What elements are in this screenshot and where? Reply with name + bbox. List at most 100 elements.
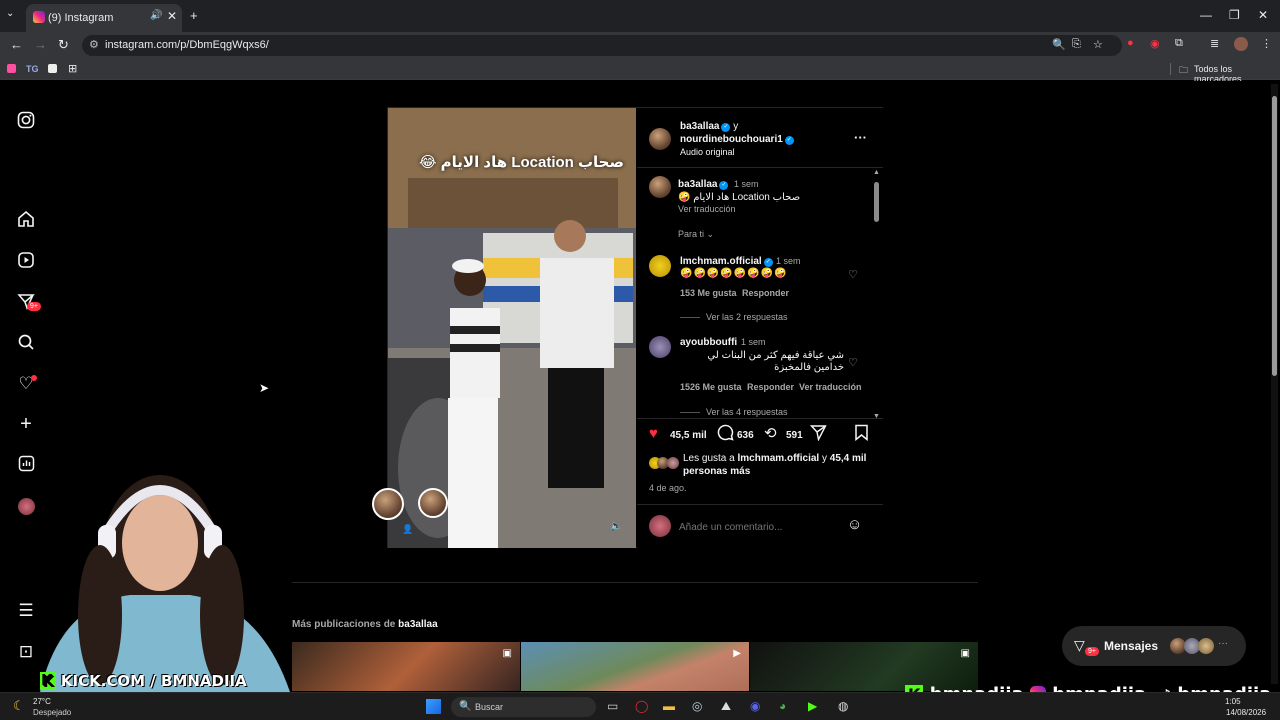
video-caption-overlay: صحاب Location هاد الايام 😂 [418,154,624,171]
caption-text: صحاب Location هاد الايام 🤪 [678,192,801,203]
more-post-thumb-1[interactable]: ▣ [292,642,520,691]
collab-avatar-2[interactable] [418,488,448,518]
comment1-likes[interactable]: 153 Me gusta [680,288,737,298]
scrollbar-thumb[interactable] [874,182,879,222]
weather-temp[interactable]: 27°C [33,697,51,706]
back-icon[interactable]: ← [10,37,23,52]
new-tab-icon[interactable]: + [190,8,198,23]
task-view-icon[interactable]: ▭ [607,699,618,713]
more-dots-icon[interactable]: ··· [1218,638,1228,649]
file-explorer-icon[interactable]: ▬ [663,699,675,713]
profile-avatar[interactable] [1234,37,1248,51]
weather-moon-icon[interactable]: ☾ [13,698,25,714]
search-icon[interactable] [16,333,36,353]
address-bar[interactable]: ⚙ instagram.com/p/DbmEqgWqxs6/ 🔍 ⎘ ☆ [82,35,1122,56]
maximize-icon[interactable]: ❐ [1229,8,1240,22]
extensions-puzzle-icon[interactable]: ⧉ [1175,37,1183,50]
clock-time[interactable]: 1:05 [1225,697,1241,706]
header-user2[interactable]: nourdinebouchouari1 ✓ [680,134,794,145]
tab-search-icon[interactable]: ⌄ [6,8,14,19]
comment2-avatar[interactable] [649,336,671,358]
tagged-user-icon[interactable]: 👤 [402,524,413,535]
comment2-view-replies[interactable]: Ver las 4 respuestas [706,407,788,417]
clock-date[interactable]: 14/08/2026 [1226,708,1266,717]
reload-icon[interactable]: ↻ [58,37,69,53]
site-info-icon[interactable]: ⚙ [89,38,99,51]
obs-icon[interactable]: ◍ [838,699,848,713]
comments-scrollbar[interactable]: ▲ ▼ [873,169,881,420]
comment1-reply[interactable]: Responder [742,288,789,298]
comment2-like-icon[interactable]: ♡ [848,356,858,369]
share-icon[interactable] [809,424,827,445]
page-scrollbar-thumb[interactable] [1272,96,1277,376]
weather-desc[interactable]: Despejado [33,708,71,717]
adblock-extension-icon[interactable]: ◉ [1150,37,1160,50]
more-post-thumb-2[interactable]: ▶ [521,642,749,691]
comment1-avatar[interactable] [649,255,671,277]
instagram-logo-icon[interactable] [16,111,36,131]
cast-icon[interactable]: ⎘ [1072,38,1081,51]
speaker-icon[interactable]: 🔊 [150,10,162,21]
close-window-icon[interactable]: ✕ [1258,8,1268,22]
comment2-translate[interactable]: Ver traducción [799,382,862,392]
comment1-view-replies[interactable]: Ver las 2 respuestas [706,312,788,322]
caption-see-translation[interactable]: Ver traducción [678,204,736,214]
create-plus-icon[interactable]: + [16,414,36,434]
replies-line [680,317,700,318]
comment-input[interactable] [679,518,839,536]
mute-icon[interactable]: 🔈 [610,521,622,532]
post-date[interactable]: 4 de ago. [649,483,687,493]
minimize-icon[interactable]: — [1200,8,1212,22]
windows-start-icon[interactable] [426,699,441,714]
tab-instagram[interactable]: (9) Instagram 🔊 ✕ [26,4,182,32]
zoom-icon[interactable]: 🔍 [1052,38,1066,51]
liked-by-user[interactable]: lmchmam.official [738,453,820,464]
likes-count[interactable]: 45,5 mil [670,430,707,441]
repost-icon[interactable]: ⟲ [764,424,777,442]
bookmark-star-icon[interactable]: ☆ [1093,38,1103,51]
apps-grid-icon[interactable]: ⊞ [68,62,77,75]
audio-original[interactable]: Audio original [680,147,735,157]
media-controls-icon[interactable]: ≣ [1210,37,1219,50]
menu-kebab-icon[interactable]: ⋮ [1261,37,1272,50]
post-video[interactable]: صحاب Location هاد الايام 😂 🔈 👤 [388,108,636,548]
bookmark-tg[interactable]: TG [26,64,39,74]
bookmark-pink-icon[interactable] [7,64,16,73]
close-tab-icon[interactable]: ✕ [167,9,177,23]
taskbar-search[interactable]: 🔍 Buscar [451,697,596,717]
comment1-user[interactable]: lmchmam.official ✓ [680,256,773,267]
tab-title: (9) Instagram [48,12,114,24]
page-scrollbar[interactable] [1271,84,1278,684]
header-avatar[interactable] [649,128,671,150]
more-posts-user[interactable]: ba3allaa [398,619,437,630]
discord-icon[interactable]: ◉ [750,699,760,713]
opera-icon[interactable]: ◯ [635,699,648,713]
like-heart-icon[interactable]: ♥ [649,425,658,442]
home-icon[interactable] [16,210,36,230]
app-icon[interactable]: ⛰ [721,699,731,714]
comment2-user[interactable]: ayoubbouffi [680,337,737,348]
extension-icon[interactable]: ● [1127,37,1134,49]
save-bookmark-icon[interactable] [854,424,869,445]
more-options-icon[interactable]: ··· [854,130,867,145]
scroll-up-icon[interactable]: ▲ [873,169,880,176]
chrome-icon[interactable]: ◕ [779,699,786,713]
bookmark-white-icon[interactable] [48,64,57,73]
emoji-icon[interactable]: ☺ [847,516,862,533]
for-you-filter[interactable]: Para ti ⌄ [678,229,714,240]
verified-badge-icon: ✓ [763,258,773,267]
comment2-likes[interactable]: 1526 Me gusta [680,382,742,392]
caption-user[interactable]: ba3allaa ✓ [678,179,729,190]
comment-icon[interactable] [717,424,734,445]
steam-icon[interactable]: ◎ [692,699,702,713]
collab-avatar-1[interactable] [372,488,404,520]
kick-app-icon[interactable]: ▶ [808,699,817,713]
header-user1[interactable]: ba3allaa ✓ y [680,121,738,132]
caption-avatar[interactable] [649,176,671,198]
more-posts-title: Más publicaciones de ba3allaa [292,619,438,630]
forward-icon[interactable]: → [34,37,47,52]
comment2-reply[interactable]: Responder [747,382,794,392]
reels-icon[interactable] [16,251,36,271]
messages-pill[interactable]: ▽ 9+ Mensajes ··· [1062,626,1246,666]
comment1-like-icon[interactable]: ♡ [848,268,858,281]
